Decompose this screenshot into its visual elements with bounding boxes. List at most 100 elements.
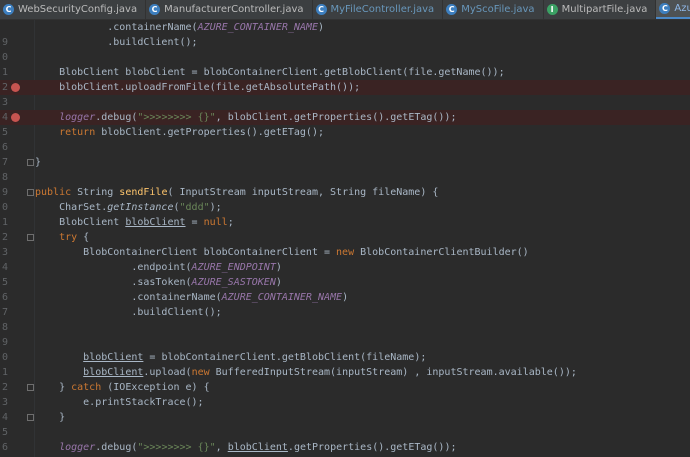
tab-label: AzureUtils.java — [674, 3, 690, 14]
code-line[interactable]: 6 .containerName(AZURE_CONTAINER_NAME) — [0, 290, 690, 305]
line-number: 9 — [1, 37, 8, 48]
class-file-icon: C — [3, 4, 14, 15]
line-number: 2 — [1, 82, 8, 93]
code-line[interactable]: 1 BlobClient blobClient = blobContainerC… — [0, 65, 690, 80]
code-line[interactable]: 0 blobClient = blobContainerClient.getBl… — [0, 350, 690, 365]
code-text: } — [35, 412, 66, 423]
code-line[interactable]: 4 .endpoint(AZURE_ENDPOINT) — [0, 260, 690, 275]
line-number: 7 — [1, 157, 8, 168]
code-text: logger.debug(">>>>>>>> {}", blobClient.g… — [59, 442, 457, 453]
breakpoint-icon[interactable] — [11, 83, 20, 92]
code-text: blobClient = blobContainerClient.getBlob… — [83, 352, 427, 363]
code-line[interactable]: .containerName(AZURE_CONTAINER_NAME) — [0, 20, 690, 35]
code-text: } — [35, 157, 42, 168]
code-text: .containerName(AZURE_CONTAINER_NAME) — [35, 22, 325, 33]
code-editor[interactable]: .containerName(AZURE_CONTAINER_NAME) 9 .b… — [0, 20, 690, 457]
class-file-icon: C — [659, 3, 671, 14]
code-line[interactable]: 5 return blobClient.getProperties().getE… — [0, 125, 690, 140]
tab-label: WebSecurityConfig.java — [18, 4, 138, 15]
fold-marker-icon[interactable] — [27, 189, 34, 196]
code-text: e.printStackTrace(); — [35, 397, 204, 408]
line-number: 8 — [1, 322, 8, 333]
code-line[interactable]: 0 — [0, 50, 690, 65]
line-number: 3 — [1, 397, 8, 408]
code-text: .containerName(AZURE_CONTAINER_NAME) — [35, 292, 349, 303]
line-number: 1 — [1, 217, 8, 228]
code-line[interactable]: 0 CharSet.getInstance("ddd"); — [0, 200, 690, 215]
code-text: BlobContainerClient blobContainerClient … — [35, 247, 529, 258]
code-text: CharSet.getInstance("ddd"); — [35, 202, 222, 213]
line-number: 5 — [1, 127, 8, 138]
line-number: 4 — [1, 112, 8, 123]
interface-file-icon: I — [546, 4, 558, 15]
breakpoint-icon[interactable] — [11, 113, 20, 122]
code-line[interactable]: 7} — [0, 155, 690, 170]
line-number: 6 — [1, 292, 8, 303]
line-number: 0 — [1, 352, 8, 363]
code-line[interactable]: 3 e.printStackTrace(); — [0, 395, 690, 410]
line-number: 9 — [1, 337, 8, 348]
class-file-icon: C — [315, 4, 327, 15]
code-text: } catch (IOException e) { — [35, 382, 210, 393]
code-line[interactable]: 6 — [0, 140, 690, 155]
code-text: .endpoint(AZURE_ENDPOINT) — [35, 262, 282, 273]
code-text: public String sendFile( InputStream inpu… — [35, 187, 439, 198]
code-line[interactable]: 1 blobClient.upload(new BufferedInputStr… — [0, 365, 690, 380]
code-text: BlobClient blobClient = null; — [35, 217, 234, 228]
code-text: blobClient.upload(new BufferedInputStrea… — [83, 367, 577, 378]
fold-marker-icon[interactable] — [27, 414, 34, 421]
line-number: 6 — [1, 442, 8, 453]
code-line[interactable]: 1 BlobClient blobClient = null; — [0, 215, 690, 230]
line-number: 1 — [1, 367, 8, 378]
code-text: BlobClient blobClient = blobContainerCli… — [35, 67, 505, 78]
code-line[interactable]: 9 — [0, 335, 690, 350]
fold-marker-icon[interactable] — [27, 384, 34, 391]
editor-tab-bar: C WebSecurityConfig.java C ManufacturerCont… — [0, 0, 690, 20]
fold-marker-icon[interactable] — [27, 234, 34, 241]
tab-manufacturercontroller-java[interactable]: C ManufacturerController.java — [146, 0, 313, 19]
code-line[interactable]: 2 try { — [0, 230, 690, 245]
code-line[interactable]: 3 BlobContainerClient blobContainerClien… — [0, 245, 690, 260]
code-line[interactable]: 5 — [0, 425, 690, 440]
code-text: logger.debug(">>>>>>>> {}", blobClient.g… — [59, 112, 457, 123]
code-line[interactable]: 2 } catch (IOException e) { — [0, 380, 690, 395]
code-text: .buildClient(); — [35, 307, 222, 318]
code-line[interactable]: 4 } — [0, 410, 690, 425]
code-line[interactable]: 7 .buildClient(); — [0, 305, 690, 320]
code-line[interactable]: 4 logger.debug(">>>>>>>> {}", blobClient… — [0, 110, 690, 125]
class-file-icon: C — [446, 4, 458, 15]
line-number: 5 — [1, 427, 8, 438]
tab-myfilecontroller-java[interactable]: C MyFileController.java — [313, 0, 444, 19]
line-number: 3 — [1, 97, 8, 108]
line-number: 9 — [1, 187, 8, 198]
code-text: .sasToken(AZURE_SASTOKEN) — [35, 277, 282, 288]
tab-multipartfile-java[interactable]: I MultipartFile.java — [544, 0, 657, 19]
code-line[interactable]: 8 — [0, 320, 690, 335]
code-text: .buildClient(); — [35, 37, 198, 48]
class-file-icon: C — [149, 4, 161, 15]
code-line[interactable]: 2 blobClient.uploadFromFile(file.getAbso… — [0, 80, 690, 95]
line-number: 0 — [1, 202, 8, 213]
tab-azureutils-java[interactable]: CAzureUtils.java — [656, 0, 690, 19]
tab-myscofile-java[interactable]: C MyScoFile.java — [443, 0, 544, 19]
tab-label: MyScoFile.java — [461, 4, 535, 15]
line-number: 2 — [1, 382, 8, 393]
line-number: 7 — [1, 307, 8, 318]
line-number: 1 — [1, 67, 8, 78]
tab-websecurityconfig-java[interactable]: C WebSecurityConfig.java — [0, 0, 147, 19]
tab-label: MyFileController.java — [330, 4, 435, 15]
line-number: 2 — [1, 232, 8, 243]
code-line[interactable]: 8 — [0, 170, 690, 185]
code-line[interactable]: 9 public String sendFile( InputStream inp… — [0, 185, 690, 200]
line-number: 3 — [1, 247, 8, 258]
line-number: 8 — [1, 172, 8, 183]
fold-marker-icon[interactable] — [27, 159, 34, 166]
code-line[interactable]: 6 logger.debug(">>>>>>>> {}", blobClient… — [0, 440, 690, 455]
code-line[interactable]: 9 .buildClient(); — [0, 35, 690, 50]
code-line[interactable]: 5 .sasToken(AZURE_SASTOKEN) — [0, 275, 690, 290]
tab-label: MultipartFile.java — [561, 4, 648, 15]
code-text: return blobClient.getProperties().getETa… — [59, 127, 324, 138]
line-number: 5 — [1, 277, 8, 288]
code-line[interactable]: 3 — [0, 95, 690, 110]
code-text: blobClient.uploadFromFile(file.getAbsolu… — [35, 82, 361, 93]
